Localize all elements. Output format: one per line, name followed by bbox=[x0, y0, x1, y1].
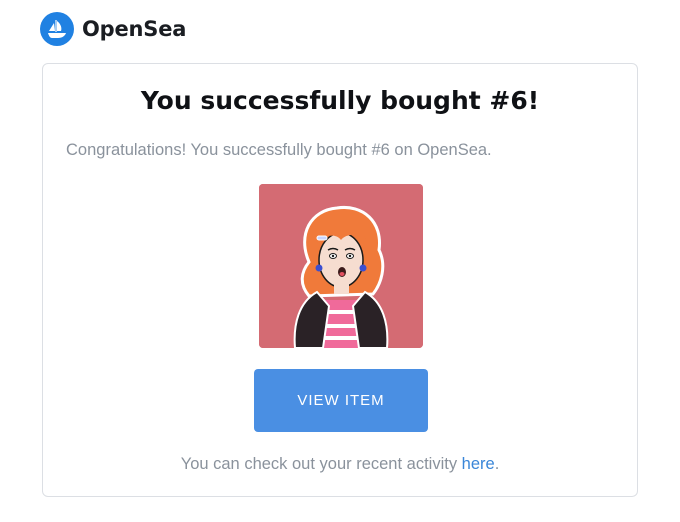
page-title: You successfully bought #6! bbox=[140, 86, 540, 115]
brand-name: OpenSea bbox=[82, 17, 187, 41]
view-item-button[interactable]: VIEW ITEM bbox=[254, 369, 428, 432]
confirmation-message: Congratulations! You successfully bought… bbox=[66, 141, 492, 159]
footer-period: . bbox=[494, 455, 500, 473]
purchase-confirmation-card: You successfully bought #6! Congratulati… bbox=[42, 63, 638, 497]
footer-text: You can check out your recent activity bbox=[180, 455, 462, 473]
recent-activity-link[interactable]: here bbox=[462, 455, 495, 473]
nft-artwork-illustration bbox=[259, 184, 423, 348]
opensea-logo-icon bbox=[40, 12, 74, 46]
recent-activity-note: You can check out your recent activity h… bbox=[43, 455, 637, 474]
header: OpenSea bbox=[40, 12, 186, 46]
nft-image[interactable] bbox=[259, 184, 423, 348]
